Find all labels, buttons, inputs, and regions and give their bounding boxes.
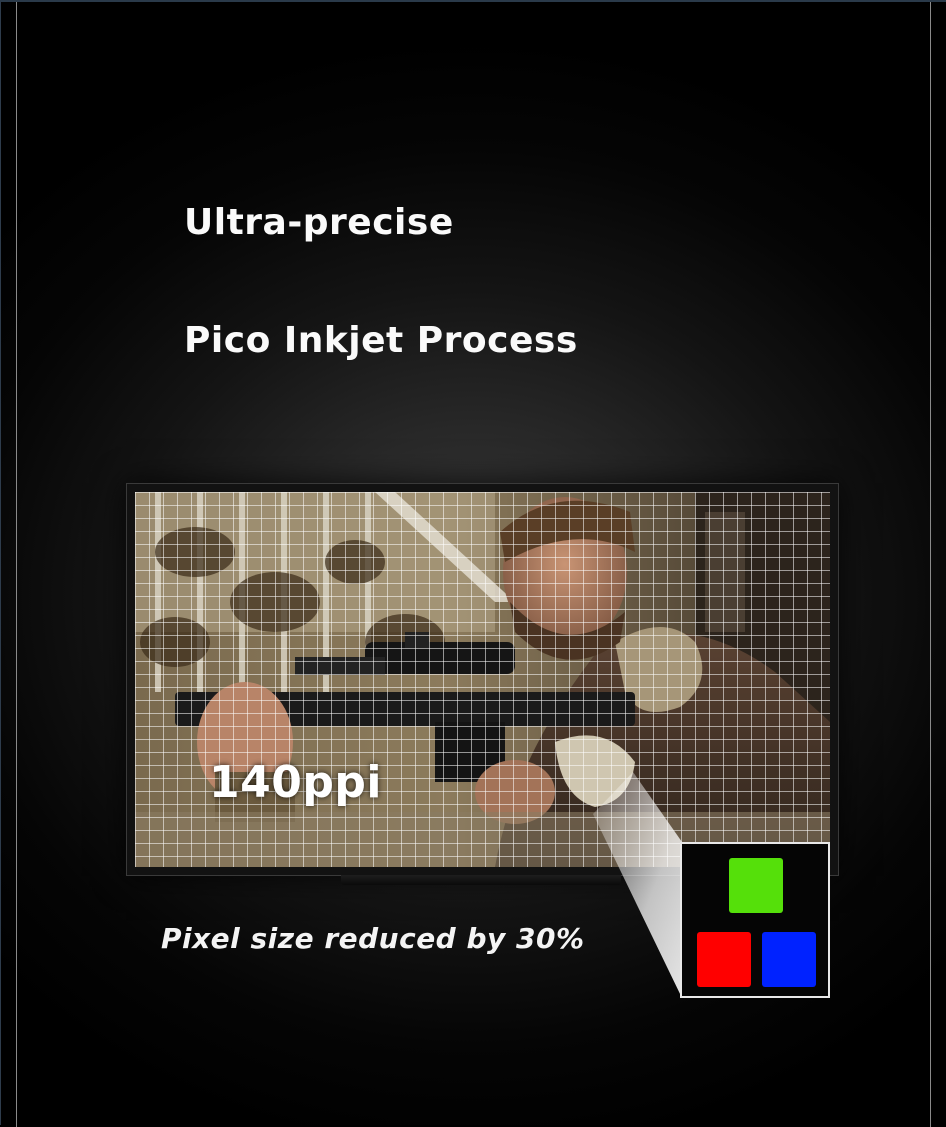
resolution-label: 140ppi bbox=[209, 757, 382, 808]
left-divider bbox=[16, 2, 17, 1127]
green-subpixel bbox=[729, 858, 783, 913]
right-divider bbox=[930, 2, 931, 1127]
blue-subpixel bbox=[762, 932, 816, 987]
tv-stand bbox=[341, 875, 621, 885]
heading-line-1: Ultra-precise bbox=[184, 202, 454, 243]
tv-display bbox=[126, 483, 839, 876]
red-subpixel bbox=[697, 932, 751, 987]
subpixel-zoom-box bbox=[680, 842, 830, 998]
heading-line-2: Pico Inkjet Process bbox=[184, 320, 578, 361]
page-background: Ultra-precise Pico Inkjet Process 140ppi… bbox=[0, 0, 946, 1127]
pixel-grid-overlay bbox=[135, 492, 830, 867]
tv-screen bbox=[135, 492, 830, 867]
caption-text: Pixel size reduced by 30% bbox=[161, 922, 585, 955]
